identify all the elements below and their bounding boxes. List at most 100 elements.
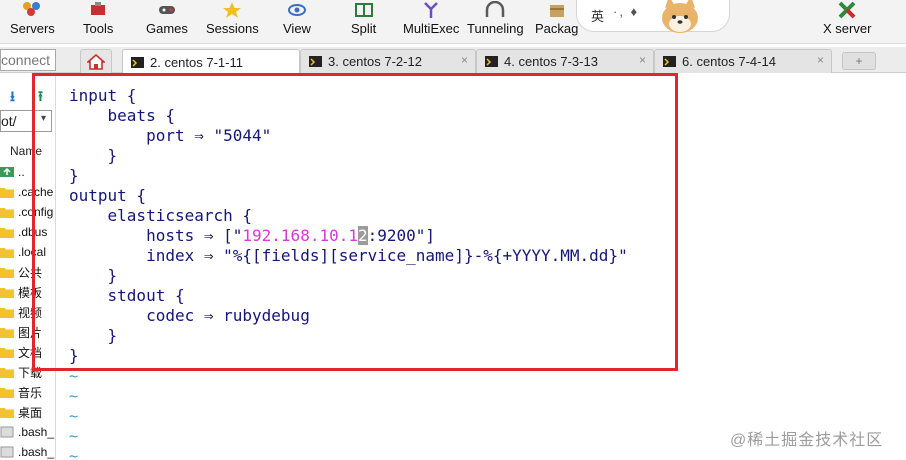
code-line: :9200"] bbox=[367, 226, 436, 245]
tunneling-button[interactable]: Tunneling bbox=[467, 0, 524, 44]
ime-avatar-widget[interactable]: 英 ·, ♦ bbox=[576, 0, 730, 33]
code-line: stdout { bbox=[69, 286, 185, 305]
tools-button[interactable]: Tools bbox=[83, 0, 113, 44]
tab-centos-7-3-13[interactable]: 4. centos 7-3-13 × bbox=[476, 49, 654, 73]
tilde-marker: ~ bbox=[69, 387, 79, 405]
code-line: } bbox=[69, 346, 79, 365]
tab-centos-7-1-11[interactable]: 2. centos 7-1-11 bbox=[122, 49, 300, 74]
file-row[interactable]: 图片 bbox=[0, 322, 55, 342]
tab-centos-7-2-12[interactable]: 3. centos 7-2-12 × bbox=[300, 49, 476, 73]
split-button[interactable]: Split bbox=[351, 0, 376, 44]
file-name: .config bbox=[18, 205, 54, 219]
tab-centos-7-4-14[interactable]: 6. centos 7-4-14 × bbox=[654, 49, 832, 73]
tunneling-icon bbox=[486, 1, 505, 17]
tools-label: Tools bbox=[83, 21, 114, 36]
multiexec-icon bbox=[424, 2, 439, 18]
watermark: @稀土掘金技术社区 bbox=[730, 432, 884, 449]
file-row[interactable]: .dbus bbox=[0, 222, 55, 242]
file-name: .. bbox=[18, 165, 25, 179]
ime-punctuation-indicator: ·, ♦ bbox=[613, 4, 640, 19]
name-column-header[interactable]: Name bbox=[10, 144, 42, 158]
file-row[interactable]: .bash_ bbox=[0, 422, 55, 442]
code-line: } bbox=[69, 266, 118, 285]
tab-label: 6. centos 7-4-14 bbox=[682, 54, 776, 69]
folder-icon bbox=[0, 348, 14, 358]
packages-label: Packag bbox=[535, 21, 579, 36]
file-row[interactable]: .local bbox=[0, 242, 55, 262]
servers-button[interactable]: Servers bbox=[10, 0, 55, 44]
host-ip-text: 192.168.10.1 bbox=[242, 226, 358, 245]
close-tab-icon[interactable]: × bbox=[639, 53, 646, 67]
folder-icon bbox=[0, 368, 14, 378]
parent-folder-icon bbox=[0, 167, 14, 177]
multiexec-label: MultiExec bbox=[403, 21, 460, 36]
file-name: 下载 bbox=[18, 365, 43, 380]
tilde-marker: ~ bbox=[69, 427, 79, 445]
file-name: 音乐 bbox=[18, 385, 43, 400]
file-name: 桌面 bbox=[18, 405, 43, 420]
file-name: .bash_ bbox=[18, 445, 55, 459]
code-line: elasticsearch { bbox=[69, 206, 253, 225]
split-icon bbox=[354, 3, 373, 17]
view-label: View bbox=[283, 21, 311, 36]
file-name: .cache bbox=[18, 185, 54, 199]
file-row[interactable]: .config bbox=[0, 202, 55, 222]
ime-language-label: 英 bbox=[591, 9, 605, 24]
file-name: 公共 bbox=[18, 265, 43, 280]
xserver-icon bbox=[838, 1, 856, 19]
close-tab-icon[interactable]: × bbox=[817, 53, 824, 67]
file-row[interactable]: .cache bbox=[0, 182, 55, 202]
sessions-label: Sessions bbox=[206, 21, 259, 36]
file-row[interactable]: 下载 bbox=[0, 362, 55, 382]
shiba-dog-avatar-icon bbox=[662, 0, 698, 33]
folder-icon bbox=[0, 288, 14, 298]
sessions-button[interactable]: Sessions bbox=[206, 0, 259, 44]
close-tab-icon[interactable]: × bbox=[461, 53, 468, 67]
file-row[interactable]: .bash_ bbox=[0, 442, 55, 460]
main-toolbar: Servers Tools Games Sessions View Split bbox=[0, 0, 906, 44]
multiexec-button[interactable]: MultiExec bbox=[403, 0, 459, 44]
folder-icon bbox=[0, 408, 14, 418]
xserver-label: X server bbox=[823, 21, 872, 36]
chevron-down-icon: ▾ bbox=[41, 113, 47, 124]
empty-line-markers: ~ ~ ~ ~ ~ bbox=[69, 366, 78, 460]
file-row[interactable]: 文档 bbox=[0, 342, 55, 362]
code-line: hosts ⇒ [" bbox=[69, 226, 243, 245]
folder-icon bbox=[0, 308, 14, 318]
games-button[interactable]: Games bbox=[146, 0, 188, 44]
sftp-sidebar: ⭳ ⭱ ot/ ▾ Name .. .cache .config .dbus .loca… bbox=[0, 74, 56, 460]
download-icon[interactable]: ⭳ bbox=[10, 86, 15, 110]
new-tab-button[interactable]: + bbox=[842, 52, 876, 70]
games-label: Games bbox=[146, 21, 188, 36]
file-row[interactable]: 桌面 bbox=[0, 402, 55, 422]
view-button[interactable]: View bbox=[283, 0, 311, 44]
folder-icon bbox=[0, 208, 14, 218]
tilde-marker: ~ bbox=[69, 407, 79, 425]
packages-button[interactable]: Packag bbox=[535, 0, 578, 44]
home-tab[interactable] bbox=[80, 49, 112, 73]
terminal-tab-icon bbox=[131, 56, 144, 68]
text-cursor: 2 bbox=[357, 226, 368, 245]
file-name: 视频 bbox=[18, 305, 43, 320]
upload-icon[interactable]: ⭱ bbox=[38, 86, 43, 110]
file-row[interactable]: .. bbox=[0, 162, 55, 182]
code-line: beats { bbox=[69, 106, 175, 125]
file-icon bbox=[0, 446, 14, 458]
file-name: 图片 bbox=[18, 325, 43, 340]
tab-label: 3. centos 7-2-12 bbox=[328, 54, 422, 69]
quick-connect-input[interactable]: connect bbox=[0, 49, 56, 71]
terminal-tab-icon bbox=[663, 56, 676, 67]
xserver-button[interactable]: X server bbox=[823, 0, 871, 44]
file-row[interactable]: 音乐 bbox=[0, 382, 55, 402]
path-select[interactable]: ot/ ▾ bbox=[0, 110, 52, 132]
file-row[interactable]: 公共 bbox=[0, 262, 55, 282]
code-line: input { bbox=[69, 86, 137, 105]
file-row[interactable]: 模板 bbox=[0, 282, 55, 302]
terminal-pane[interactable]: input { beats { port ⇒ "5044" } } output… bbox=[57, 74, 906, 460]
file-icon bbox=[0, 426, 14, 438]
code-line: } bbox=[69, 146, 118, 165]
tunneling-label: Tunneling bbox=[467, 21, 524, 36]
tilde-marker: ~ bbox=[69, 447, 79, 460]
file-row[interactable]: 视频 bbox=[0, 302, 55, 322]
folder-icon bbox=[0, 388, 14, 398]
